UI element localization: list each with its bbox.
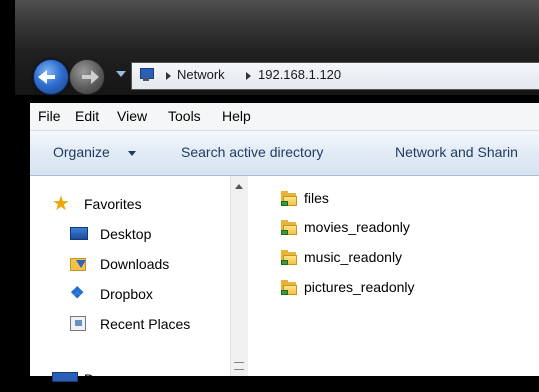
network-location-icon bbox=[138, 68, 154, 82]
breadcrumb-host[interactable]: 192.168.1.120 bbox=[258, 67, 341, 82]
file-list: files movies_readonly music_readonly pic… bbox=[248, 176, 539, 376]
menu-edit[interactable]: Edit bbox=[75, 108, 99, 124]
command-bar: Organize Search active directory Network… bbox=[30, 131, 539, 176]
list-item[interactable]: music_readonly bbox=[278, 247, 538, 269]
file-name: pictures_readonly bbox=[304, 279, 415, 295]
downloads-folder-icon bbox=[70, 256, 88, 272]
dropbox-icon: ❖ bbox=[70, 285, 85, 302]
nav-item-recent-places[interactable]: Recent Places bbox=[30, 313, 230, 337]
nav-item-desktop[interactable]: Desktop bbox=[30, 223, 230, 247]
desktop-icon bbox=[70, 227, 88, 240]
list-item[interactable]: files bbox=[278, 188, 538, 210]
shared-folder-icon bbox=[281, 250, 297, 265]
nav-label-favorites: Favorites bbox=[84, 196, 142, 212]
nav-pane-scrollbar[interactable] bbox=[230, 176, 249, 376]
breadcrumb-network[interactable]: Network bbox=[177, 67, 225, 82]
forward-button[interactable] bbox=[69, 59, 105, 95]
shared-folder-icon bbox=[281, 191, 297, 206]
file-name: files bbox=[304, 190, 329, 206]
organize-dropdown-icon[interactable] bbox=[128, 151, 136, 156]
breadcrumb-separator-icon[interactable] bbox=[166, 72, 171, 80]
recent-pages-dropdown-icon[interactable] bbox=[116, 71, 126, 77]
list-item[interactable]: pictures_readonly bbox=[278, 277, 538, 299]
file-name: music_readonly bbox=[304, 249, 403, 265]
scroll-grip-icon[interactable] bbox=[234, 362, 244, 370]
title-bar-sheen bbox=[15, 0, 539, 50]
nav-item-partial[interactable]: D bbox=[30, 368, 230, 392]
address-bar[interactable]: Network 192.168.1.120 bbox=[131, 62, 539, 90]
nav-label-partial: D bbox=[84, 371, 95, 387]
recent-places-icon bbox=[70, 316, 86, 331]
shared-folder-icon bbox=[281, 220, 297, 235]
shared-folder-icon bbox=[281, 280, 297, 295]
list-item[interactable]: movies_readonly bbox=[278, 217, 538, 239]
nav-item-favorites[interactable]: ★ Favorites bbox=[30, 193, 230, 217]
menu-view[interactable]: View bbox=[117, 108, 147, 124]
menu-bar: File Edit View Tools Help bbox=[30, 103, 539, 131]
library-icon bbox=[52, 372, 78, 382]
nav-item-downloads[interactable]: Downloads bbox=[30, 253, 230, 277]
menu-help[interactable]: Help bbox=[222, 108, 251, 124]
nav-label-recent-places: Recent Places bbox=[100, 316, 191, 332]
back-button[interactable] bbox=[33, 59, 69, 95]
nav-item-dropbox[interactable]: ❖ Dropbox bbox=[30, 283, 230, 307]
menu-file[interactable]: File bbox=[38, 108, 61, 124]
network-and-sharing-button[interactable]: Network and Sharin bbox=[395, 144, 518, 160]
nav-label-downloads: Downloads bbox=[100, 256, 170, 272]
star-icon: ★ bbox=[52, 193, 70, 215]
navigation-pane: ★ Favorites Desktop Downloads ❖ Dropbox … bbox=[30, 176, 230, 387]
scroll-up-arrow-icon[interactable] bbox=[235, 184, 243, 189]
nav-label-dropbox: Dropbox bbox=[100, 286, 153, 302]
file-name: movies_readonly bbox=[304, 219, 410, 235]
menu-tools[interactable]: Tools bbox=[168, 108, 201, 124]
breadcrumb-separator-icon[interactable] bbox=[246, 72, 251, 80]
organize-button[interactable]: Organize bbox=[53, 144, 110, 160]
search-active-directory-button[interactable]: Search active directory bbox=[181, 144, 323, 160]
nav-label-desktop: Desktop bbox=[100, 226, 152, 242]
